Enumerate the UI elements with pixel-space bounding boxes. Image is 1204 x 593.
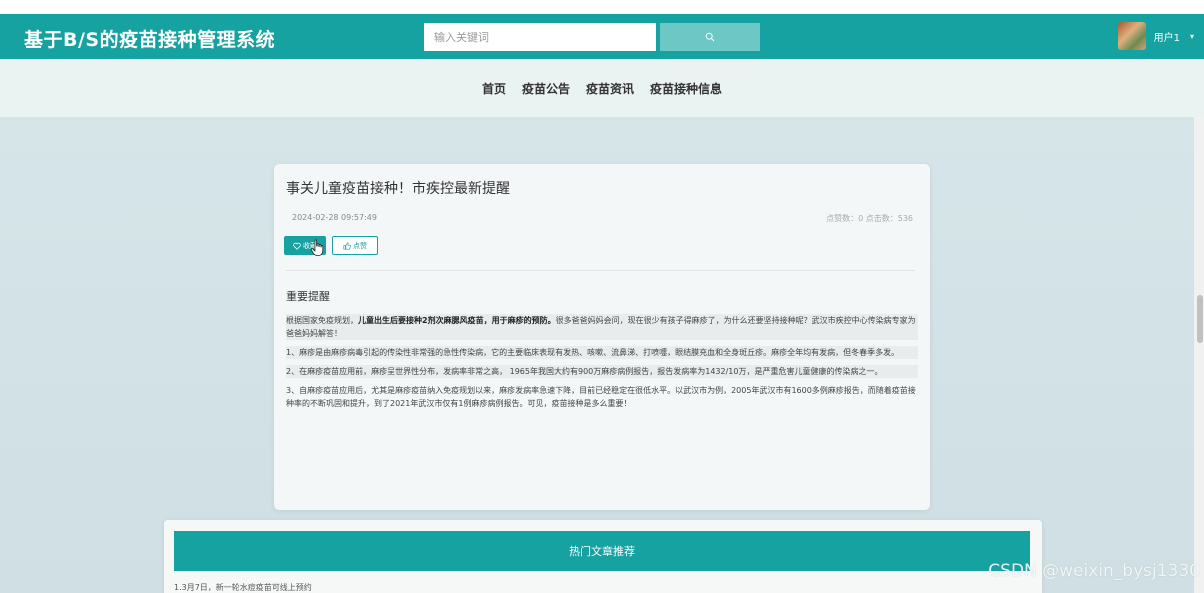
heart-icon [293, 242, 301, 250]
article-date: 2024-02-28 09:57:49 [292, 213, 377, 222]
content-heading: 重要提醒 [286, 290, 330, 303]
hot-articles-title: 热门文章推荐 [174, 531, 1030, 571]
top-strip [0, 0, 1204, 14]
article-stats: 点赞数：0 点击数：536 [826, 214, 913, 223]
header: 基于B/S的疫苗接种管理系统 用户1 ▾ [0, 14, 1204, 59]
search-icon [705, 32, 715, 42]
paragraph-1-bold: 儿童出生后要接种2剂次麻腮风疫苗，用于麻疹的预防。 [358, 316, 556, 325]
hot-article-item[interactable]: 1.3月7日，新一轮水痘疫苗可线上预约 [174, 582, 312, 593]
main-nav: 首页 疫苗公告 疫苗资讯 疫苗接种信息 [0, 59, 1204, 118]
paragraph-4: 3、自麻疹疫苗应用后，尤其是麻疹疫苗纳入免疫规划以来，麻疹发病率急速下降，目前已… [286, 386, 916, 408]
user-menu[interactable]: 用户1 ▾ [1117, 22, 1194, 50]
page: 基于B/S的疫苗接种管理系统 用户1 ▾ 首页 疫苗公告 疫苗资讯 疫苗接种信息… [0, 0, 1204, 593]
nav-item-vaccine-news[interactable]: 疫苗资讯 [586, 80, 634, 97]
nav-item-vaccination-info[interactable]: 疫苗接种信息 [650, 80, 722, 97]
divider [286, 270, 915, 271]
user-name[interactable]: 用户1 [1154, 29, 1180, 44]
article-card: 事关儿童疫苗接种！市疾控最新提醒 2024-02-28 09:57:49 点赞数… [274, 164, 930, 510]
paragraph-3: 2、在麻疹疫苗应用前，麻疹呈世界性分布，发病率非常之高， 1965年我国大约有9… [286, 365, 918, 378]
avatar[interactable] [1117, 22, 1146, 50]
chevron-down-icon[interactable]: ▾ [1190, 32, 1194, 41]
thumbs-up-icon [343, 241, 351, 250]
hand-cursor-icon [310, 239, 324, 256]
scrollbar-thumb[interactable] [1197, 295, 1203, 343]
article-actions: 收藏 点赞 [284, 236, 378, 256]
watermark: CSDN @weixin_bysj1330 [988, 561, 1200, 581]
favorite-button[interactable]: 收藏 [284, 236, 326, 256]
paragraph-1-text-a: 根据国家免疫规划， [286, 316, 358, 325]
search-input[interactable] [424, 23, 656, 51]
search-button[interactable] [660, 23, 760, 51]
nav-item-home[interactable]: 首页 [482, 80, 506, 97]
article-content: 重要提醒 根据国家免疫规划，儿童出生后要接种2剂次麻腮风疫苗，用于麻疹的预防。很… [286, 288, 918, 416]
scrollbar[interactable] [1194, 117, 1204, 593]
like-label: 点赞 [353, 241, 367, 250]
paragraph-2: 1、麻疹是由麻疹病毒引起的传染性非常强的急性传染病，它的主要临床表现有发热、咳嗽… [286, 346, 918, 359]
like-button[interactable]: 点赞 [332, 236, 378, 255]
nav-item-vaccine-notices[interactable]: 疫苗公告 [522, 80, 570, 97]
site-logo[interactable]: 基于B/S的疫苗接种管理系统 [24, 25, 275, 52]
hot-articles-panel: 热门文章推荐 1.3月7日，新一轮水痘疫苗可线上预约 [164, 520, 1042, 593]
article-title: 事关儿童疫苗接种！市疾控最新提醒 [286, 181, 510, 197]
paragraph-1: 根据国家免疫规划，儿童出生后要接种2剂次麻腮风疫苗，用于麻疹的预防。很多爸爸妈妈… [286, 314, 918, 340]
